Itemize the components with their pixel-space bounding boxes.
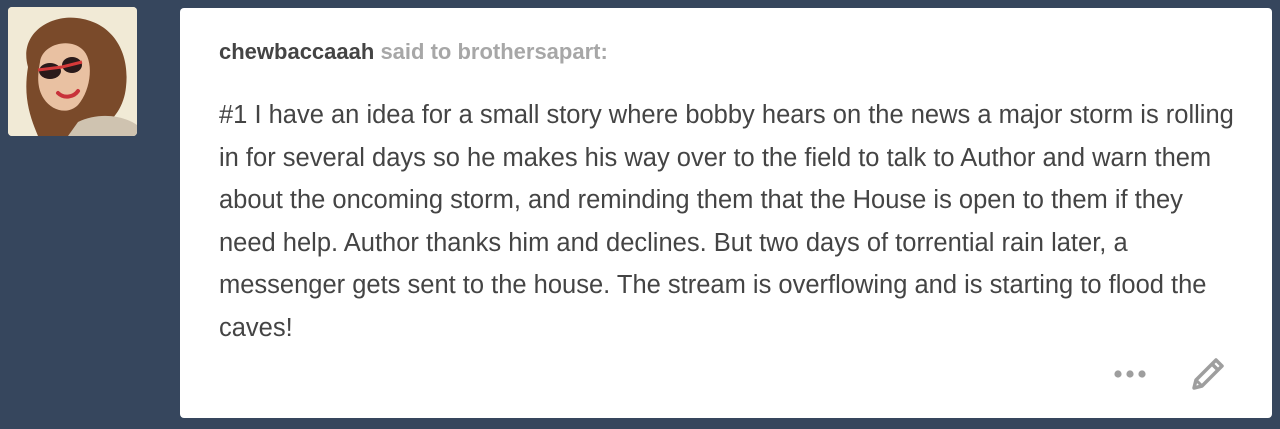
post-header: chewbaccaaah said to brothersapart: xyxy=(219,38,608,66)
more-options-icon xyxy=(1114,370,1146,378)
edit-button[interactable] xyxy=(1186,352,1230,396)
avatar[interactable] xyxy=(8,7,137,136)
avatar-image xyxy=(8,7,137,136)
asker-link[interactable]: chewbaccaaah xyxy=(219,39,374,64)
post-card: chewbaccaaah said to brothersapart: #1 I… xyxy=(180,8,1272,418)
said-to-label[interactable]: said to brothersapart: xyxy=(380,39,607,64)
pencil-icon xyxy=(1192,358,1224,390)
more-options-button[interactable] xyxy=(1112,362,1152,386)
post-body: #1 I have an idea for a small story wher… xyxy=(219,101,1234,342)
